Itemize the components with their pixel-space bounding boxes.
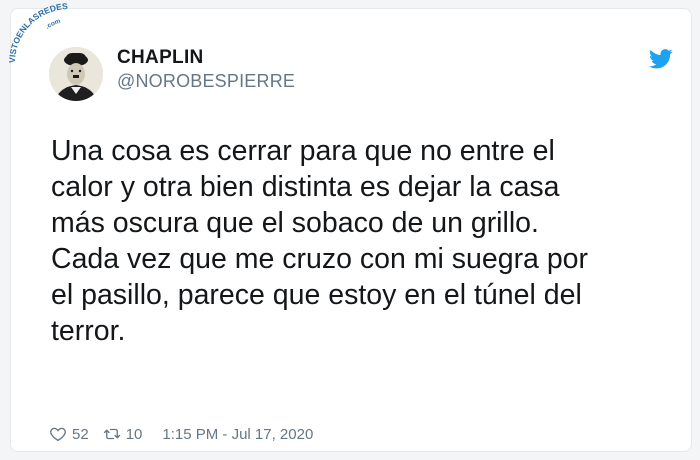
author-name[interactable]: CHAPLIN [117, 47, 204, 69]
heart-icon[interactable] [49, 425, 67, 443]
twitter-bird-icon[interactable] [649, 49, 673, 69]
tweet-text: Una cosa es cerrar para que no entre el … [51, 135, 589, 347]
page: VISTOENLASREDES .com CHAPLIN @NOROBESPIE… [0, 0, 700, 460]
retweet-count: 10 [125, 425, 143, 443]
author-handle[interactable]: @NOROBESPIERRE [117, 71, 295, 92]
svg-text:.com: .com [44, 18, 61, 31]
avatar-image [49, 47, 103, 101]
like-count: 52 [72, 425, 89, 443]
retweet-icon[interactable] [103, 425, 121, 443]
watermark-domain: .com [44, 18, 61, 31]
avatar[interactable] [49, 47, 103, 101]
tweet-footer: 52 10 1:15 PM - Jul 17, 2020 [49, 423, 313, 445]
tweet-card: VISTOENLASREDES .com CHAPLIN @NOROBESPIE… [7, 1, 692, 452]
tweet-timestamp[interactable]: 1:15 PM - Jul 17, 2020 [162, 426, 313, 443]
